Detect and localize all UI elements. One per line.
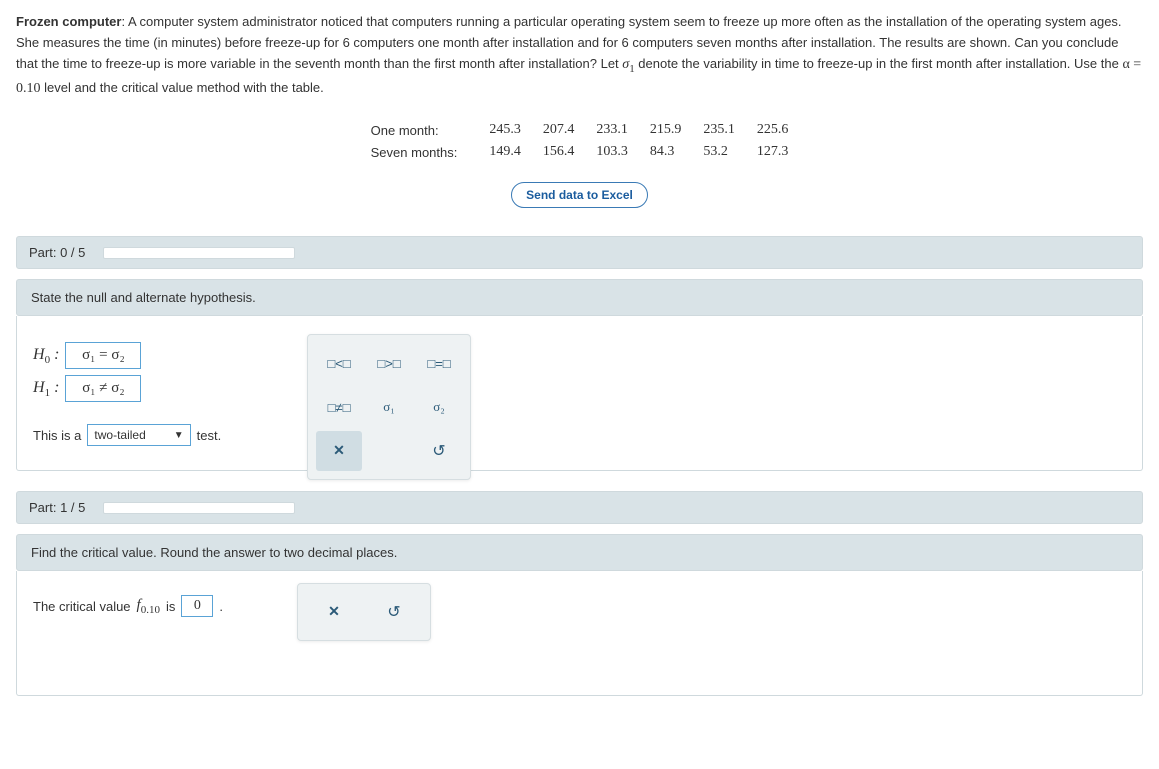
chevron-down-icon: ▼: [174, 430, 184, 441]
part-1-panel: The critical value f0.10 is 0 . ✕ ↺: [16, 571, 1143, 696]
palette-reset-button[interactable]: ↺: [416, 431, 462, 471]
part-0-header: Part: 0 / 5: [16, 236, 1143, 269]
part-1-header: Part: 1 / 5: [16, 491, 1143, 524]
h0-row: H0 : σ₁ = σ₂: [33, 342, 1126, 369]
palette-sigma2[interactable]: σ₂: [416, 387, 462, 427]
tail-row: This is a two-tailed ▼ test.: [33, 424, 1126, 446]
palette2-clear-button[interactable]: ✕: [306, 592, 362, 632]
part-1-prompt: Find the critical value. Round the answe…: [16, 534, 1143, 571]
table-row: Seven months: 149.4 156.4 103.3 84.3 53.…: [361, 142, 799, 162]
symbol-palette-2: ✕ ↺: [297, 583, 431, 641]
tail-select[interactable]: two-tailed ▼: [87, 424, 190, 446]
problem-title: Frozen computer: [16, 14, 121, 29]
h1-row: H1 : σ₁ ≠ σ₂: [33, 375, 1126, 402]
palette2-reset-button[interactable]: ↺: [366, 592, 422, 632]
send-to-excel-button[interactable]: Send data to Excel: [511, 182, 648, 208]
progress-bar-1: [103, 502, 295, 514]
palette-sigma1[interactable]: σ₁: [366, 387, 412, 427]
h1-input[interactable]: σ₁ ≠ σ₂: [65, 375, 141, 402]
critical-value-input[interactable]: 0: [181, 595, 213, 617]
part-0-panel: H0 : σ₁ = σ₂ H1 : σ₁ ≠ σ₂ This is a two-…: [16, 316, 1143, 471]
table-row: One month: 245.3 207.4 233.1 215.9 235.1…: [361, 120, 799, 140]
progress-bar-0: [103, 247, 295, 259]
symbol-palette-1: □<□ □>□ □=□ □≠□ σ₁ σ₂ ✕ ↺: [307, 334, 471, 480]
part-0-prompt: State the null and alternate hypothesis.: [16, 279, 1143, 316]
h0-input[interactable]: σ₁ = σ₂: [65, 342, 141, 369]
problem-statement: Frozen computer: A computer system admin…: [16, 12, 1143, 100]
palette-lt[interactable]: □<□: [316, 343, 362, 383]
critical-value-row: The critical value f0.10 is 0 .: [33, 595, 1126, 617]
palette-eq[interactable]: □=□: [416, 343, 462, 383]
data-table: One month: 245.3 207.4 233.1 215.9 235.1…: [359, 118, 801, 164]
palette-clear-button[interactable]: ✕: [316, 431, 362, 471]
palette-neq[interactable]: □≠□: [316, 387, 362, 427]
palette-gt[interactable]: □>□: [366, 343, 412, 383]
